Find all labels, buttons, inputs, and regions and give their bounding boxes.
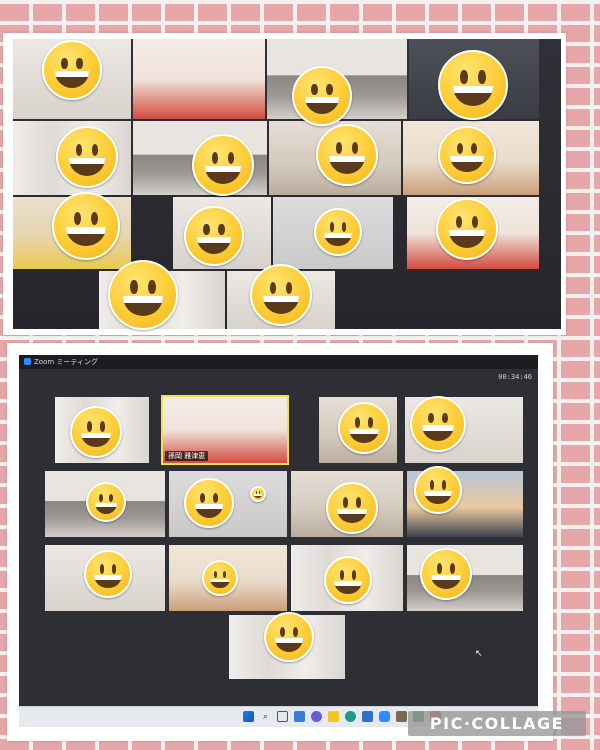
file-explorer-icon[interactable] bbox=[328, 711, 339, 722]
pic-collage-watermark: PIC·COLLAGE bbox=[408, 711, 586, 736]
windows-start-icon[interactable] bbox=[243, 711, 254, 722]
grinning-face-emoji bbox=[414, 466, 462, 514]
grinning-face-emoji bbox=[84, 550, 132, 598]
grinning-face-emoji bbox=[192, 134, 254, 196]
grinning-face-emoji bbox=[314, 208, 362, 256]
grinning-face-emoji bbox=[250, 486, 266, 502]
grinning-face-emoji bbox=[438, 126, 496, 184]
video-tile bbox=[133, 39, 265, 119]
grinning-face-emoji bbox=[184, 478, 234, 528]
grinning-face-emoji bbox=[86, 482, 126, 522]
grinning-face-emoji bbox=[324, 556, 372, 604]
grinning-face-emoji bbox=[184, 206, 244, 266]
grinning-face-emoji bbox=[338, 402, 390, 454]
grinning-face-emoji bbox=[436, 198, 498, 260]
chat-icon[interactable] bbox=[311, 711, 322, 722]
grinning-face-emoji bbox=[292, 66, 352, 126]
grinning-face-emoji bbox=[108, 260, 178, 330]
grinning-face-emoji bbox=[56, 126, 118, 188]
zoom-title-bar: Zoom ミーティング bbox=[19, 355, 538, 369]
zoom-icon[interactable] bbox=[379, 711, 390, 722]
grinning-face-emoji bbox=[52, 192, 120, 260]
grinning-face-emoji bbox=[202, 560, 238, 596]
grinning-face-emoji bbox=[326, 482, 378, 534]
store-icon[interactable] bbox=[362, 711, 373, 722]
edge-icon[interactable] bbox=[345, 711, 356, 722]
grinning-face-emoji bbox=[264, 612, 314, 662]
grinning-face-emoji bbox=[420, 548, 472, 600]
zoom-logo-icon bbox=[24, 358, 31, 365]
grinning-face-emoji bbox=[250, 264, 312, 326]
grinning-face-emoji bbox=[410, 396, 466, 452]
mouse-cursor-icon: ↖ bbox=[475, 649, 483, 659]
search-icon[interactable]: ⌕ bbox=[260, 711, 271, 722]
grinning-face-emoji bbox=[316, 124, 378, 186]
grinning-face-emoji bbox=[438, 50, 508, 120]
meeting-timer: 00:34:46 bbox=[498, 373, 532, 381]
zoom-window-title: Zoom ミーティング bbox=[34, 358, 98, 366]
participant-name-tag: 孫岡 雅津恵 bbox=[165, 451, 209, 461]
app-icon[interactable] bbox=[396, 711, 407, 722]
grinning-face-emoji bbox=[70, 406, 122, 458]
video-tile-active-speaker[interactable]: 孫岡 雅津恵 bbox=[161, 395, 289, 465]
grinning-face-emoji bbox=[42, 40, 102, 100]
bottom-photo-frame: Zoom ミーティング 00:34:46 孫岡 雅津恵 ↖ ⌕ bbox=[7, 343, 553, 741]
task-view-icon[interactable] bbox=[277, 711, 288, 722]
widgets-icon[interactable] bbox=[294, 711, 305, 722]
